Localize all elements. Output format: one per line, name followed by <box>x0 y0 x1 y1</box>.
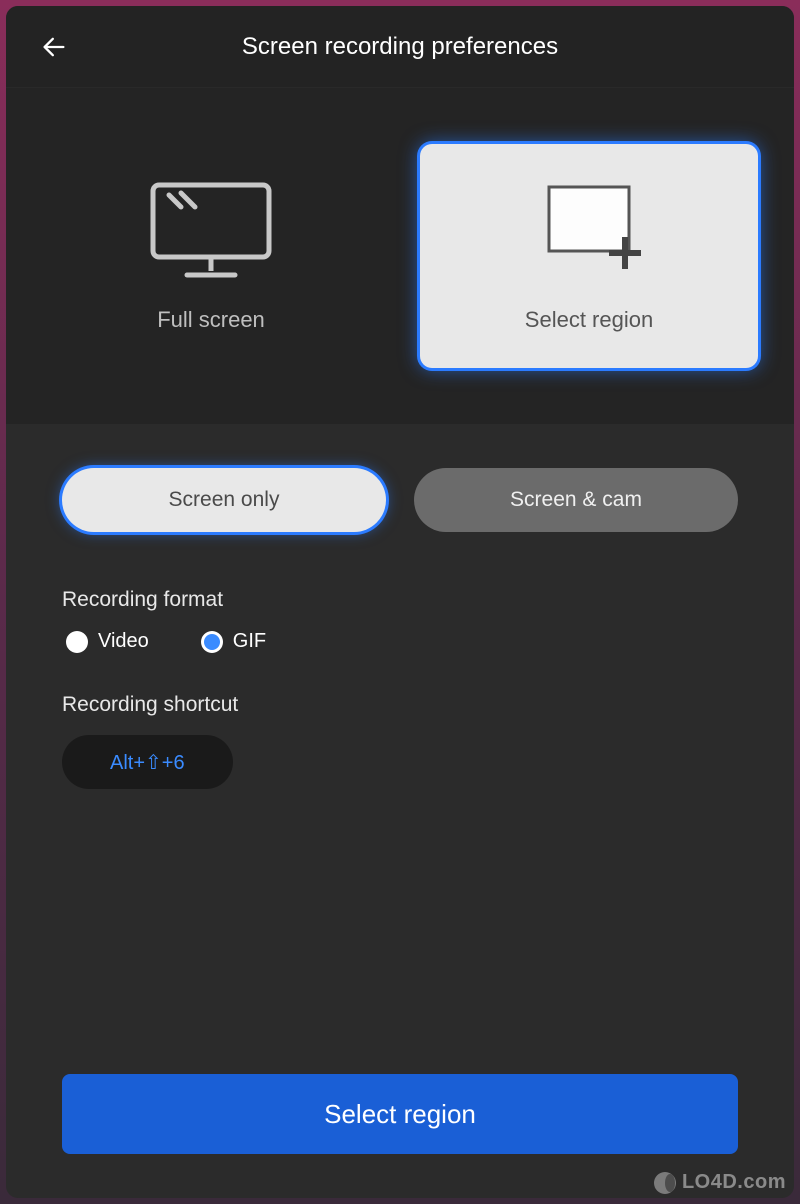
radio-video-label: Video <box>98 630 149 653</box>
header-bar: Screen recording preferences <box>6 6 794 88</box>
radio-gif-label: GIF <box>233 630 266 653</box>
watermark: LO4D.com <box>654 1171 786 1194</box>
radio-dot-checked-icon <box>201 631 223 653</box>
screen-only-pill[interactable]: Screen only <box>62 468 386 532</box>
capture-select-region-card[interactable]: Select region <box>420 144 758 368</box>
radio-gif[interactable]: GIF <box>201 630 266 653</box>
recording-format-label: Recording format <box>62 588 738 612</box>
radio-dot-icon <box>66 631 88 653</box>
screen-and-cam-label: Screen & cam <box>510 488 642 512</box>
region-select-icon <box>525 179 653 283</box>
select-region-button-label: Select region <box>324 1099 476 1130</box>
arrow-left-icon <box>40 33 68 61</box>
page-title: Screen recording preferences <box>6 33 794 61</box>
screen-only-label: Screen only <box>169 488 280 512</box>
capture-full-screen-card[interactable]: Full screen <box>42 144 380 368</box>
back-button[interactable] <box>34 27 74 67</box>
capture-select-region-label: Select region <box>525 307 653 333</box>
shortcut-value: Alt+⇧+6 <box>110 750 185 775</box>
shortcut-display[interactable]: Alt+⇧+6 <box>62 735 233 789</box>
preferences-panel: Screen recording preferences Full screen… <box>6 6 794 1198</box>
select-region-button[interactable]: Select region <box>62 1074 738 1154</box>
source-mode-row: Screen only Screen & cam <box>62 468 738 532</box>
screen-and-cam-pill[interactable]: Screen & cam <box>414 468 738 532</box>
capture-mode-section: Full screen Select region <box>6 88 794 424</box>
watermark-text: LO4D.com <box>682 1171 786 1194</box>
lower-section: Screen only Screen & cam Recording forma… <box>6 424 794 1198</box>
recording-shortcut-label: Recording shortcut <box>62 693 738 717</box>
monitor-icon <box>147 179 275 283</box>
globe-icon <box>654 1172 676 1194</box>
recording-format-options: Video GIF <box>62 630 738 653</box>
capture-full-screen-label: Full screen <box>157 307 265 333</box>
radio-video[interactable]: Video <box>66 630 149 653</box>
